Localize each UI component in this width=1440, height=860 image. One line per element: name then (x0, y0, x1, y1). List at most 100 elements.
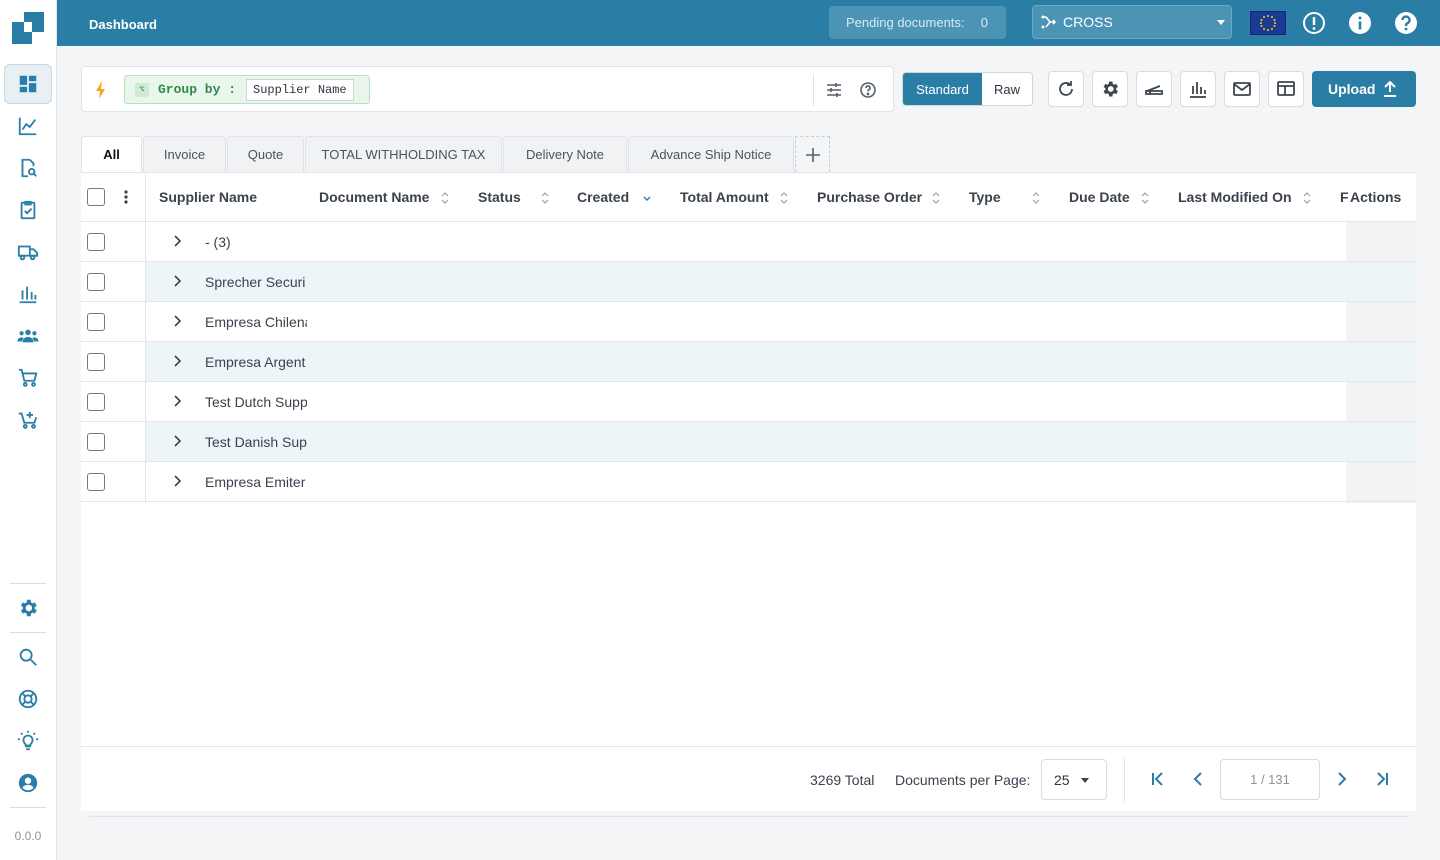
column-due-date[interactable]: Due Date (1069, 189, 1130, 205)
pagination-bar: 3269 Total Documents per Page: 25 1 / 13… (81, 746, 1416, 811)
sort-icon[interactable] (541, 192, 549, 204)
email-button[interactable] (1224, 71, 1260, 107)
chevron-right-icon[interactable] (172, 475, 182, 487)
lightning-icon[interactable] (94, 80, 108, 100)
sort-icon[interactable] (1032, 192, 1040, 204)
column-purchase-order[interactable]: Purchase Order (817, 189, 922, 205)
sidebar-item-dashboard[interactable] (4, 64, 52, 104)
app-logo[interactable] (12, 12, 44, 44)
column-status[interactable]: Status (478, 189, 521, 205)
chevron-right-icon[interactable] (172, 315, 182, 327)
tab-delivery-note[interactable]: Delivery Note (503, 136, 627, 172)
previous-page-button[interactable] (1188, 769, 1208, 789)
sort-icon[interactable] (1141, 192, 1149, 204)
view-raw-button[interactable]: Raw (982, 73, 1032, 105)
sort-icon[interactable] (780, 192, 788, 204)
tab-invoice[interactable]: Invoice (143, 136, 226, 172)
column-supplier-name[interactable]: Supplier Name (159, 189, 257, 205)
table-layout-button[interactable] (1268, 71, 1304, 107)
column-total-amount[interactable]: Total Amount (680, 189, 769, 205)
upload-button[interactable]: Upload (1312, 71, 1416, 107)
group-by-chip[interactable]: ⌥ Group by : Supplier Name (124, 75, 370, 104)
row-checkbox[interactable] (87, 393, 105, 411)
row-checkbox[interactable] (87, 273, 105, 291)
chevron-right-icon[interactable] (172, 395, 182, 407)
sidebar-item-reports[interactable] (4, 274, 52, 314)
group-label: Empresa Emiter (205, 474, 306, 490)
info-icon[interactable] (1347, 10, 1373, 36)
sort-desc-icon[interactable] (643, 192, 651, 204)
column-created[interactable]: Created (577, 189, 629, 205)
row-checkbox[interactable] (87, 353, 105, 371)
sidebar-item-support[interactable] (4, 679, 52, 719)
last-page-button[interactable] (1372, 769, 1392, 789)
sidebar-item-analytics[interactable] (4, 106, 52, 146)
sidebar-item-search[interactable] (4, 637, 52, 677)
settings-button[interactable] (1092, 71, 1128, 107)
group-by-label: Group by : (158, 82, 237, 97)
sort-icon[interactable] (932, 192, 940, 204)
sort-icon[interactable] (441, 192, 449, 204)
chevron-right-icon[interactable] (172, 435, 182, 447)
app-version: 0.0.0 (14, 829, 42, 843)
sidebar-item-tasks[interactable] (4, 190, 52, 230)
alert-icon[interactable] (1301, 10, 1327, 36)
help-icon[interactable] (1393, 10, 1419, 36)
sidebar-item-users[interactable] (4, 316, 52, 356)
table-row[interactable]: Test Danish Sup (81, 422, 1416, 462)
chevron-right-icon (1338, 772, 1347, 786)
chevron-right-icon[interactable] (172, 235, 182, 247)
table-row[interactable]: Empresa Chilena (81, 302, 1416, 342)
scanner-icon (1145, 85, 1163, 95)
eu-flag-icon[interactable] (1250, 11, 1286, 35)
sidebar-item-account[interactable] (4, 763, 52, 803)
first-page-button[interactable] (1148, 769, 1168, 789)
tab-advance-ship-notice[interactable]: Advance Ship Notice (628, 136, 794, 172)
column-type[interactable]: Type (969, 189, 1001, 205)
filter-settings-icon[interactable] (824, 80, 844, 100)
column-last-modified[interactable]: Last Modified On (1178, 189, 1292, 205)
chevron-right-icon[interactable] (172, 275, 182, 287)
sidebar-divider (10, 583, 46, 584)
sidebar-item-cart-add[interactable] (4, 400, 52, 440)
table-row[interactable]: Empresa Emiter (81, 462, 1416, 502)
group-by-value[interactable]: Supplier Name (246, 78, 354, 101)
column-document-name[interactable]: Document Name (319, 189, 429, 205)
row-checkbox[interactable] (87, 313, 105, 331)
refresh-button[interactable] (1048, 71, 1084, 107)
sidebar-item-settings[interactable] (4, 588, 52, 628)
add-tab-button[interactable] (795, 136, 830, 172)
row-checkbox[interactable] (87, 473, 105, 491)
table-row[interactable]: - (3) (81, 222, 1416, 262)
select-all-checkbox[interactable] (87, 188, 105, 206)
pending-documents[interactable]: Pending documents: 0 (829, 6, 1006, 39)
query-help-icon[interactable] (858, 80, 878, 100)
company-selector[interactable]: CROSS (1032, 5, 1232, 39)
row-checkbox[interactable] (87, 433, 105, 451)
table-row[interactable]: Sprecher Securi (81, 262, 1416, 302)
row-checkbox[interactable] (87, 233, 105, 251)
sidebar-divider (10, 807, 46, 808)
chart-button[interactable] (1180, 71, 1216, 107)
table-row[interactable]: Test Dutch Supp (81, 382, 1416, 422)
view-standard-button[interactable]: Standard (903, 73, 982, 105)
table-row[interactable]: Empresa Argent (81, 342, 1416, 382)
lifebuoy-icon (18, 689, 38, 709)
more-vertical-icon[interactable] (124, 189, 128, 205)
tab-withholding-tax[interactable]: TOTAL WITHHOLDING TAX (305, 136, 502, 172)
sidebar-item-delivery[interactable] (4, 232, 52, 272)
chevron-down-icon (1081, 778, 1089, 783)
column-f[interactable]: F (1340, 189, 1349, 205)
next-page-button[interactable] (1332, 769, 1352, 789)
sidebar-item-document-search[interactable] (4, 148, 52, 188)
chevron-right-icon[interactable] (172, 355, 182, 367)
sort-icon[interactable] (1303, 192, 1311, 204)
scanner-button[interactable] (1136, 71, 1172, 107)
page-indicator[interactable]: 1 / 131 (1220, 759, 1320, 800)
group-label: Test Dutch Supp (205, 394, 307, 410)
sidebar-item-cart[interactable] (4, 358, 52, 398)
tab-quote[interactable]: Quote (227, 136, 304, 172)
per-page-select[interactable]: 25 (1041, 759, 1107, 800)
sidebar-item-ideas[interactable] (4, 721, 52, 761)
tab-all[interactable]: All (81, 136, 142, 172)
